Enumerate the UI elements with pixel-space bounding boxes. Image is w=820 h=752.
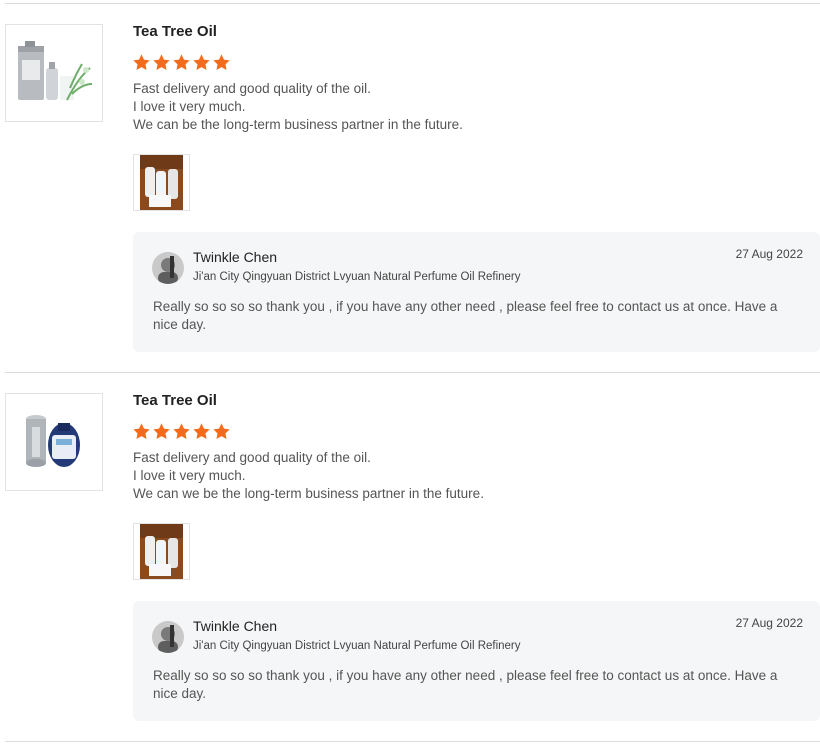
review-text-line: We can we be the long-term business part…	[133, 486, 484, 501]
review-item: Tea Tree Oil Fast delivery and good qual…	[0, 0, 820, 372]
reply-company[interactable]: Ji'an City Qingyuan District Lvyuan Natu…	[193, 271, 521, 283]
star-icon	[133, 423, 150, 439]
bottom-divider	[5, 741, 820, 742]
review-text-line: Fast delivery and good quality of the oi…	[133, 450, 371, 465]
product-thumbnail[interactable]	[5, 393, 103, 491]
star-rating	[132, 53, 231, 72]
seller-reply: Twinkle Chen Ji'an City Qingyuan Distric…	[133, 232, 820, 352]
star-icon	[173, 423, 190, 439]
reply-author: Twinkle Chen	[193, 618, 278, 634]
review-photo[interactable]	[133, 154, 190, 211]
review-text-line: We can be the long-term business partner…	[133, 117, 463, 132]
reply-text: Really so so so so thank you , if you ha…	[153, 299, 778, 332]
reply-author: Twinkle Chen	[193, 249, 278, 265]
product-thumbnail[interactable]	[5, 24, 103, 122]
star-icon	[213, 54, 230, 70]
review-text-line: I love it very much.	[133, 468, 246, 483]
reply-date: 27 Aug 2022	[735, 247, 803, 261]
review-text: Fast delivery and good quality of the oi…	[133, 80, 463, 134]
star-icon	[133, 54, 150, 70]
product-title[interactable]: Tea Tree Oil	[133, 392, 217, 409]
review-photo[interactable]	[133, 523, 190, 580]
star-icon	[193, 423, 210, 439]
reply-date: 27 Aug 2022	[735, 616, 803, 630]
product-title[interactable]: Tea Tree Oil	[133, 23, 217, 40]
review-item: Tea Tree Oil Fast delivery and good qual…	[0, 369, 820, 741]
review-text-line: I love it very much.	[133, 99, 246, 114]
avatar	[152, 621, 184, 653]
reply-company[interactable]: Ji'an City Qingyuan District Lvyuan Natu…	[193, 640, 521, 652]
avatar	[152, 252, 184, 284]
star-icon	[193, 54, 210, 70]
seller-reply: Twinkle Chen Ji'an City Qingyuan Distric…	[133, 601, 820, 721]
star-rating	[132, 422, 231, 441]
star-icon	[153, 54, 170, 70]
review-text-line: Fast delivery and good quality of the oi…	[133, 81, 371, 96]
review-text: Fast delivery and good quality of the oi…	[133, 449, 484, 503]
reply-text: Really so so so so thank you , if you ha…	[153, 668, 778, 701]
star-icon	[153, 423, 170, 439]
star-icon	[173, 54, 190, 70]
star-icon	[213, 423, 230, 439]
